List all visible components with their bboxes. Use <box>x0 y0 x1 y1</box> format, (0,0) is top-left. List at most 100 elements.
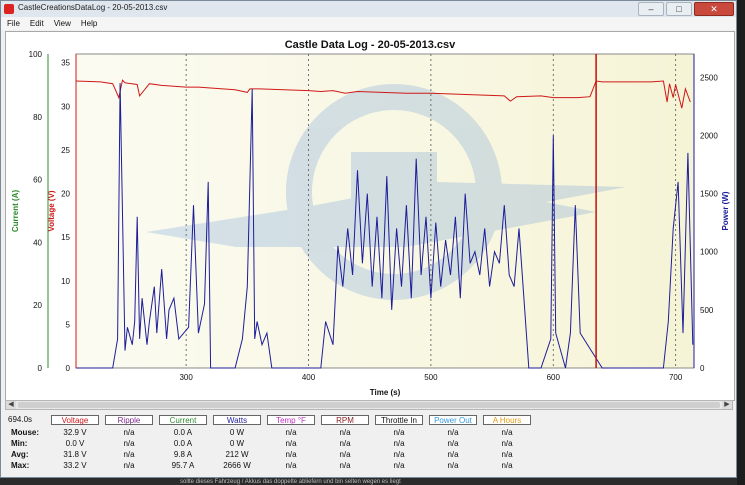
x-tick-label: 300 <box>179 373 193 382</box>
horizontal-scrollbar[interactable]: ◀ ▶ <box>5 400 733 410</box>
stats-panel: 694.0s Voltage Ripple Current Watts Temp °F R… <box>5 413 733 475</box>
menu-view[interactable]: View <box>54 17 71 30</box>
stat-header-3[interactable]: Watts <box>213 415 261 425</box>
current-axis-label: Current (A) <box>11 190 20 233</box>
x-tick-label: 400 <box>302 373 316 382</box>
data-log-chart[interactable]: Castle Data Log - 20-05-2013.csv 300 400 5… <box>6 32 734 400</box>
stat-value: n/a <box>393 428 405 437</box>
stat-row-label: Mouse: <box>11 428 39 437</box>
scroll-left-arrow-icon[interactable]: ◀ <box>6 401 16 409</box>
stat-header-2[interactable]: Current <box>159 415 207 425</box>
stat-value: 9.8 A <box>173 450 193 459</box>
stat-value: n/a <box>447 439 459 448</box>
current-tick-label: 40 <box>33 238 42 247</box>
stat-header-1[interactable]: Ripple <box>105 415 153 425</box>
power-tick-label: 0 <box>700 364 705 373</box>
x-axis-label: Time (s) <box>370 388 401 397</box>
voltage-tick-label: 20 <box>61 190 70 199</box>
power-tick-label: 500 <box>700 306 714 315</box>
power-tick-label: 2000 <box>700 131 718 140</box>
background-text: sollte dieses Fahrzeug / Akkus das doppe… <box>180 479 401 485</box>
power-tick-label: 1500 <box>700 190 718 199</box>
stat-value: 33.2 V <box>63 461 87 470</box>
voltage-tick-label: 0 <box>66 364 71 373</box>
stat-header-5[interactable]: RPM <box>321 415 369 425</box>
stat-value: n/a <box>447 461 459 470</box>
stat-header-6[interactable]: Throttle In <box>375 415 423 425</box>
current-tick-label: 0 <box>38 364 43 373</box>
stat-value: n/a <box>501 439 513 448</box>
current-tick-label: 20 <box>33 301 42 310</box>
stat-value: n/a <box>285 450 297 459</box>
stat-value: 0 W <box>229 428 245 437</box>
stat-value: n/a <box>339 450 351 459</box>
stat-value: n/a <box>123 428 135 437</box>
stat-value: n/a <box>285 428 297 437</box>
menu-edit[interactable]: Edit <box>30 17 44 30</box>
stat-value: n/a <box>123 461 135 470</box>
stat-value: n/a <box>123 439 135 448</box>
power-tick-label: 2500 <box>700 73 718 82</box>
current-tick-label: 60 <box>33 176 42 185</box>
scroll-right-arrow-icon[interactable]: ▶ <box>722 401 732 409</box>
stat-value: 0.0 A <box>173 428 193 437</box>
menu-file[interactable]: File <box>7 17 20 30</box>
scroll-thumb[interactable] <box>18 402 720 408</box>
voltage-tick-label: 30 <box>61 102 70 111</box>
menu-bar: File Edit View Help <box>1 17 736 30</box>
stat-value: n/a <box>339 461 351 470</box>
current-tick-label: 80 <box>33 113 42 122</box>
voltage-tick-label: 10 <box>61 277 70 286</box>
stat-value: n/a <box>285 461 297 470</box>
stat-value: n/a <box>393 439 405 448</box>
stat-header-7[interactable]: Power Out <box>429 415 477 425</box>
voltage-tick-label: 15 <box>61 233 70 242</box>
cursor-time-readout: 694.0s <box>8 415 33 424</box>
power-tick-label: 1000 <box>700 248 718 257</box>
stat-header-8[interactable]: A Hours <box>483 415 531 425</box>
stat-header-4[interactable]: Temp °F <box>267 415 315 425</box>
stat-value: n/a <box>501 461 513 470</box>
current-tick-label: 100 <box>29 50 43 59</box>
stat-header-0[interactable]: Voltage <box>51 415 99 425</box>
x-tick-label: 700 <box>669 373 683 382</box>
voltage-tick-label: 35 <box>61 59 70 68</box>
stat-value: n/a <box>339 439 351 448</box>
stat-value: n/a <box>447 450 459 459</box>
close-button[interactable]: ✕ <box>694 2 734 16</box>
x-tick-label: 500 <box>424 373 438 382</box>
power-axis-label: Power (W) <box>721 191 730 230</box>
stat-value: n/a <box>123 450 135 459</box>
stat-value: n/a <box>339 428 351 437</box>
stat-row-label: Avg: <box>11 450 29 459</box>
stat-value: n/a <box>447 428 459 437</box>
stat-value: 2666 W <box>223 461 251 470</box>
stat-value: n/a <box>501 450 513 459</box>
stat-value: 32.9 V <box>63 428 87 437</box>
stat-value: 0.0 V <box>65 439 85 448</box>
stat-value: n/a <box>285 439 297 448</box>
menu-help[interactable]: Help <box>81 17 97 30</box>
window-title: CastleCreationsDataLog - 20-05-2013.csv <box>18 3 168 12</box>
stat-row-label: Max: <box>11 461 30 470</box>
stat-value: 0 W <box>229 439 245 448</box>
stat-value: n/a <box>393 461 405 470</box>
stat-value: n/a <box>393 450 405 459</box>
stat-row-label: Min: <box>11 439 28 448</box>
title-bar[interactable]: CastleCreationsDataLog - 20-05-2013.csv … <box>1 1 736 18</box>
castle-app-icon <box>4 4 14 14</box>
stat-value: n/a <box>501 428 513 437</box>
stat-value: 95.7 A <box>171 461 195 470</box>
voltage-tick-label: 25 <box>61 146 70 155</box>
stat-value: 0.0 A <box>173 439 193 448</box>
maximize-button[interactable]: □ <box>666 2 692 16</box>
stat-value: 31.8 V <box>63 450 87 459</box>
app-window: CastleCreationsDataLog - 20-05-2013.csv … <box>0 0 737 478</box>
background-window-edge <box>737 0 745 485</box>
x-tick-label: 600 <box>547 373 561 382</box>
chart-title: Castle Data Log - 20-05-2013.csv <box>285 39 456 51</box>
voltage-tick-label: 5 <box>66 320 71 329</box>
plot-panel[interactable]: Castle Data Log - 20-05-2013.csv 300 400 5… <box>5 31 735 401</box>
stat-value: 212 W <box>225 450 249 459</box>
minimize-button[interactable]: – <box>638 2 664 16</box>
